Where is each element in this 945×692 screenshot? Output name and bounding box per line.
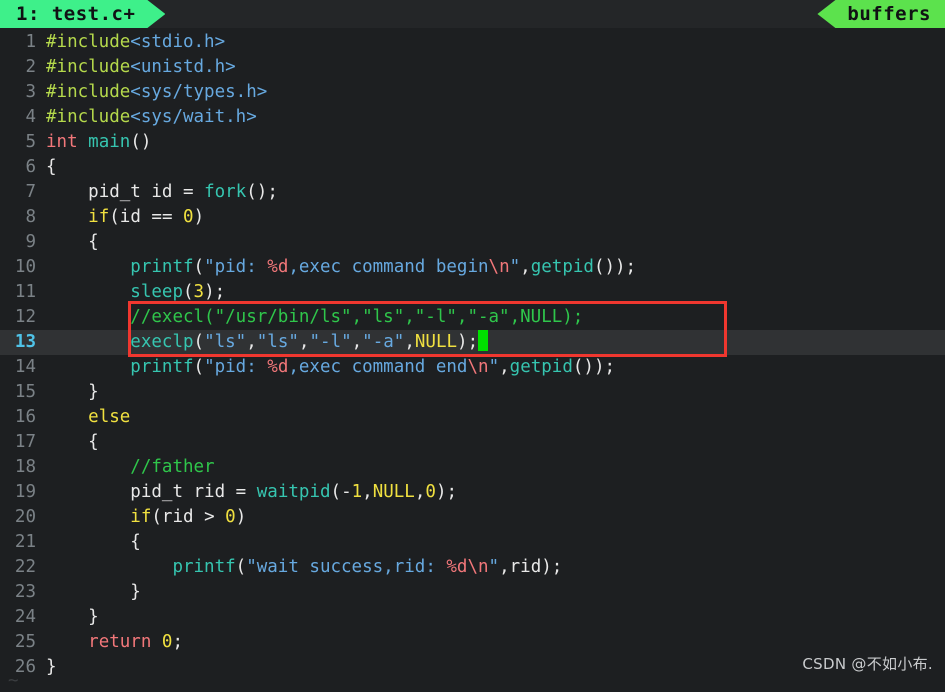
line-number: 15 [14,382,36,402]
line-content: if(id == 0) [88,207,205,227]
code-line-2[interactable]: 2 #include<unistd.h> [0,55,945,80]
line-number: 1 [25,32,36,52]
line-number: 14 [14,357,36,377]
code-line-19[interactable]: 19 pid_t rid = waitpid(-1,NULL,0); [0,480,945,505]
line-content: #include<sys/types.h> [46,82,268,102]
tab-test-c[interactable]: 1: test.c+ [0,0,165,28]
code-line-16[interactable]: 16 else [0,405,945,430]
code-line-17[interactable]: 17 { [0,430,945,455]
code-line-13[interactable]: 13 execlp("ls","ls","-l","-a",NULL); [0,330,945,355]
code-line-25[interactable]: 25 return 0; [0,630,945,655]
line-number: 2 [25,57,36,77]
line-number: 23 [14,582,36,602]
line-content: #include<sys/wait.h> [46,107,257,127]
code-line-21[interactable]: 21 { [0,530,945,555]
line-number: 10 [14,257,36,277]
code-line-6[interactable]: 6 { [0,155,945,180]
line-number: 6 [25,157,36,177]
tabline: 1: test.c+ buffers [0,0,945,28]
line-content: { [130,532,141,552]
code-line-18[interactable]: 18 //father [0,455,945,480]
code-line-9[interactable]: 9 { [0,230,945,255]
line-content: sleep(3); [130,282,226,302]
line-number: 18 [14,457,36,477]
line-content: else [88,407,131,427]
line-number: 8 [25,207,36,227]
line-number: 7 [25,182,36,202]
code-line-22[interactable]: 22 printf("wait success,rid: %d\n",rid); [0,555,945,580]
code-line-5[interactable]: 5 int main() [0,130,945,155]
code-line-7[interactable]: 7 pid_t id = fork(); [0,180,945,205]
line-content: { [88,432,99,452]
code-line-14[interactable]: 14 printf("pid: %d,exec command end\n",g… [0,355,945,380]
line-content: //execl("/usr/bin/ls","ls","-l","-a",NUL… [130,307,584,327]
line-number: 5 [25,132,36,152]
line-number: 12 [14,307,36,327]
line-content: #include<stdio.h> [46,32,226,52]
code-line-12[interactable]: 12 //execl("/usr/bin/ls","ls","-l","-a",… [0,305,945,330]
line-number: 13 [14,332,36,352]
line-number: 20 [14,507,36,527]
line-content: printf("pid: %d,exec command begin\n",ge… [130,257,637,277]
line-number: 11 [14,282,36,302]
line-content: pid_t id = fork(); [88,182,278,202]
line-number: 4 [25,107,36,127]
line-number: 22 [14,557,36,577]
code-line-1[interactable]: 1 #include<stdio.h> [0,30,945,55]
text-cursor [478,330,489,351]
code-line-4[interactable]: 4 #include<sys/wait.h> [0,105,945,130]
line-content: if(rid > 0) [130,507,247,527]
line-content: { [88,232,99,252]
watermark: CSDN @不如小布. [802,655,933,673]
code-line-15[interactable]: 15 } [0,380,945,405]
line-content: execlp("ls","ls","-l","-a",NULL); [46,330,489,355]
line-content: } [88,382,99,402]
line-number: 21 [14,532,36,552]
line-number: 26 [14,657,36,677]
code-line-24[interactable]: 24 } [0,605,945,630]
code-line-23[interactable]: 23 } [0,580,945,605]
vim-editor-window: 1: test.c+ buffers 1 #include<stdio.h> 2… [0,0,945,692]
line-content: } [88,607,99,627]
line-content: return 0; [88,632,184,652]
line-number: 17 [14,432,36,452]
line-content: pid_t rid = waitpid(-1,NULL,0); [130,482,458,502]
code-line-3[interactable]: 3 #include<sys/types.h> [0,80,945,105]
line-content: //father [130,457,215,477]
line-number: 25 [14,632,36,652]
line-content: printf("pid: %d,exec command end\n",getp… [130,357,616,377]
code-area[interactable]: 1 #include<stdio.h> 2 #include<unistd.h>… [0,28,945,680]
empty-line-marker: ~ [8,671,19,691]
code-line-11[interactable]: 11 sleep(3); [0,280,945,305]
line-content: } [130,582,141,602]
line-content: printf("wait success,rid: %d\n",rid); [172,557,563,577]
line-number: 24 [14,607,36,627]
line-number: 9 [25,232,36,252]
line-content: } [46,657,57,677]
line-number: 16 [14,407,36,427]
buffers-label[interactable]: buffers [817,0,945,28]
code-line-8[interactable]: 8 if(id == 0) [0,205,945,230]
line-number: 3 [25,82,36,102]
line-number: 19 [14,482,36,502]
line-content: int main() [46,132,152,152]
code-line-10[interactable]: 10 printf("pid: %d,exec command begin\n"… [0,255,945,280]
code-line-20[interactable]: 20 if(rid > 0) [0,505,945,530]
line-content: #include<unistd.h> [46,57,236,77]
line-content: { [46,157,57,177]
